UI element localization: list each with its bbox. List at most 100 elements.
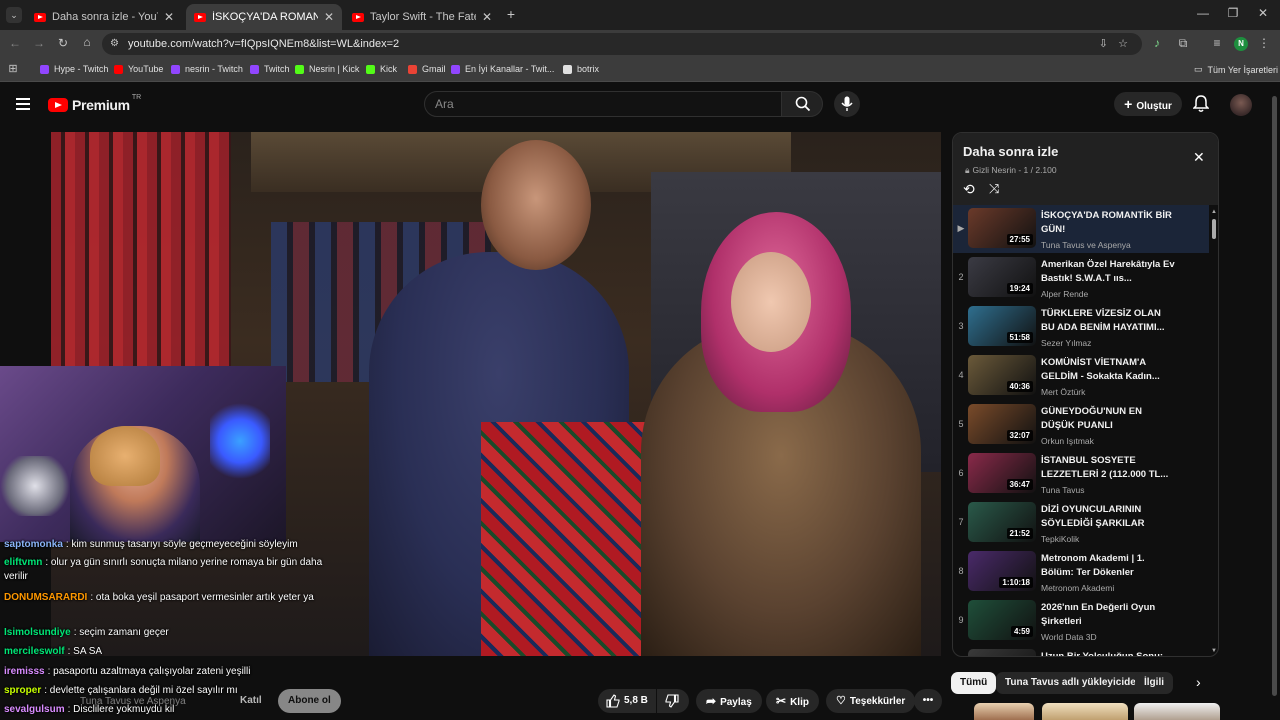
clip-button[interactable]: ✂ Klip [766, 689, 819, 713]
bookmark-item[interactable]: YouTube [114, 64, 163, 74]
recommendation-thumb[interactable] [1042, 703, 1128, 720]
recommendation-thumb[interactable] [974, 703, 1034, 720]
new-tab-button[interactable]: + [503, 6, 519, 22]
playlist-item-thumbnail[interactable]: 19:24 [968, 257, 1036, 297]
playlist-item-thumbnail[interactable]: 27:55 [968, 208, 1036, 248]
guide-menu-icon[interactable] [16, 98, 30, 110]
playlist-item-channel[interactable]: Alper Rende [1041, 289, 1088, 299]
bookmark-item[interactable]: Nesrin | Kick [295, 64, 359, 74]
chat-username[interactable]: iremisss [4, 666, 45, 677]
close-tab-icon[interactable]: ✕ [482, 10, 492, 24]
channel-overlay-name[interactable]: Tuna Tavus ve Aspenya [80, 696, 186, 707]
playlist-item-title[interactable]: TÜRKLERE VİZESİZ OLAN BU ADA BENİM HAYAT… [1041, 307, 1175, 335]
shuffle-icon[interactable]: ⤨ [989, 181, 999, 197]
playlist-item-channel[interactable]: Tuna Tavus ve Aspenya [1041, 240, 1131, 250]
like-button[interactable]: 5,8 B [598, 689, 656, 713]
chat-username[interactable]: sproper [4, 685, 41, 696]
playlist-item-title[interactable]: İSKOÇYA'DA ROMANTİK BİR GÜN! [1041, 209, 1175, 237]
chat-username[interactable]: saptomonka [4, 539, 63, 550]
chat-username[interactable]: eliftvmn [4, 557, 42, 568]
chat-username[interactable]: Isimolsundiye [4, 627, 71, 638]
extensions-icon[interactable]: ⧉ [1176, 36, 1190, 51]
playlist-item[interactable]: ▶ 27:55 İSKOÇYA'DA ROMANTİK BİR GÜN! Tuna T… [953, 205, 1209, 253]
playlist-item[interactable]: 10Uzun Bir Yolculuğun Sonu: [953, 646, 1209, 656]
profile-avatar[interactable]: N [1234, 37, 1248, 51]
playlist-item-title[interactable]: GÜNEYDOĞU'NUN EN DÜŞÜK PUANLI RESTORANTL… [1041, 405, 1175, 433]
home-icon[interactable]: ⌂ [80, 35, 94, 49]
scrollbar-thumb[interactable] [1212, 219, 1216, 239]
tab-watch-later[interactable]: Daha sonra izle - YouTube ✕ [26, 4, 182, 30]
tab-current-video[interactable]: İSKOÇYA'DA ROMANTİK BİR GÜN ✕ [186, 4, 342, 30]
playlist-item-thumbnail[interactable]: 1:10:18 [968, 551, 1036, 591]
forward-icon[interactable]: → [32, 36, 46, 50]
chips-next-icon[interactable]: › [1196, 674, 1201, 690]
reading-list-icon[interactable]: ≡ [1210, 36, 1224, 50]
playlist-item[interactable]: 7 21:52 DİZİ OYUNCULARININ SÖYLEDİĞİ ŞARKI… [953, 499, 1209, 547]
playlist-item-title[interactable]: İSTANBUL SOSYETE LEZZETLERİ 2 (112.000 T… [1041, 454, 1175, 482]
search-input[interactable]: Ara [424, 91, 782, 117]
reload-icon[interactable]: ↻ [56, 36, 70, 50]
playlist-item-title[interactable]: Uzun Bir Yolculuğun Sonu: [1041, 650, 1175, 656]
playlist-scrollbar[interactable]: ▲ ▼ [1211, 209, 1217, 654]
playlist-item-channel[interactable]: Sezer Yılmaz [1041, 338, 1091, 348]
back-icon[interactable]: ← [8, 36, 22, 50]
playlist-item-channel[interactable]: Tuna Tavus [1041, 485, 1084, 495]
thanks-button[interactable]: ♡ Teşekkürler [826, 689, 916, 713]
bookmark-item[interactable]: Twitch [250, 64, 290, 74]
playlist-title[interactable]: Daha sonra izle [963, 144, 1058, 159]
close-window-icon[interactable]: ✕ [1256, 6, 1270, 20]
playlist-item-thumbnail[interactable]: 40:36 [968, 355, 1036, 395]
chip-related[interactable]: İlgili [1135, 672, 1173, 694]
loop-icon[interactable]: ⟲ [963, 181, 975, 198]
close-tab-icon[interactable]: ✕ [164, 10, 174, 24]
bookmark-item[interactable]: nesrin - Twitch [171, 64, 243, 74]
maximize-icon[interactable]: ❐ [1226, 6, 1240, 20]
playlist-item[interactable]: 8 1:10:18 Metronom Akademi | 1. Bölüm: Ter… [953, 548, 1209, 596]
playlist-item[interactable]: 2 19:24 Amerikan Özel Harekâtıyla Ev Bastı… [953, 254, 1209, 302]
playlist-item-thumbnail[interactable] [968, 649, 1036, 656]
notifications-bell-icon[interactable] [1193, 95, 1209, 113]
chat-username[interactable]: DONUMSARARDI [4, 592, 87, 603]
minimize-icon[interactable]: — [1196, 6, 1210, 20]
bookmark-item[interactable]: Gmail [408, 64, 446, 74]
bookmark-item[interactable]: Hype - Twitch [40, 64, 108, 74]
bookmark-item[interactable]: botrix [563, 64, 599, 74]
site-info-icon[interactable]: ⚙ [110, 33, 119, 55]
apps-grid-icon[interactable]: ⊞ [7, 62, 19, 75]
playlist-item-title[interactable]: KOMÜNİST VİETNAM'A GELDİM - Sokakta Kadı… [1041, 356, 1175, 384]
playlist-item-thumbnail[interactable]: 4:59 [968, 600, 1036, 640]
playlist-item[interactable]: 4 40:36 KOMÜNİST VİETNAM'A GELDİM - Sokakt… [953, 352, 1209, 400]
bookmark-item[interactable]: Kick [366, 64, 397, 74]
playlist-item-thumbnail[interactable]: 51:58 [968, 306, 1036, 346]
recommendation-thumb[interactable] [1134, 703, 1220, 720]
search-button[interactable] [781, 91, 823, 117]
playlist-item-channel[interactable]: TepkiKolik [1041, 534, 1079, 544]
browser-menu-icon[interactable]: ⋮ [1258, 36, 1270, 50]
tab-taylor-swift[interactable]: Taylor Swift - The Fate of Ophe ✕ [344, 4, 500, 30]
all-bookmarks-folder[interactable]: ▭ Tüm Yer İşaretleri [1194, 64, 1278, 75]
join-button[interactable]: Katıl [230, 689, 272, 713]
chip-from-uploader[interactable]: Tuna Tavus adlı yükleyiciden [996, 672, 1151, 694]
chip-all[interactable]: Tümü [951, 672, 997, 694]
playlist-item[interactable]: 9 4:59 2026'nın En Değerli Oyun Şirketleri… [953, 597, 1209, 645]
playlist-item[interactable]: 6 36:47 İSTANBUL SOSYETE LEZZETLERİ 2 (112… [953, 450, 1209, 498]
dislike-button[interactable] [657, 689, 689, 713]
share-button[interactable]: ➦ Paylaş [696, 689, 762, 713]
more-actions-button[interactable]: ••• [914, 689, 942, 713]
media-icon[interactable]: ♪ [1150, 36, 1164, 50]
bookmark-star-icon[interactable]: ☆ [1118, 33, 1128, 55]
playlist-item[interactable]: 5 32:07 GÜNEYDOĞU'NUN EN DÜŞÜK PUANLI REST… [953, 401, 1209, 449]
install-app-icon[interactable]: ⇩ [1099, 33, 1108, 55]
bookmark-item[interactable]: En İyi Kanallar - Twit... [451, 64, 554, 74]
playlist-item-channel[interactable]: Orkun Işıtmak [1041, 436, 1094, 446]
page-scrollbar-thumb[interactable] [1272, 96, 1277, 696]
tab-search-chevron-icon[interactable]: ⌄ [6, 7, 22, 23]
playlist-item-title[interactable]: DİZİ OYUNCULARININ SÖYLEDİĞİ ŞARKILAR [1041, 503, 1175, 531]
playlist-item-title[interactable]: Amerikan Özel Harekâtıyla Ev Bastık! S.W… [1041, 258, 1175, 286]
playlist-item-channel[interactable]: Metronom Akademi [1041, 583, 1114, 593]
close-playlist-icon[interactable]: ✕ [1193, 149, 1205, 166]
chat-username[interactable]: sevalgulsum [4, 704, 65, 715]
subscribe-button[interactable]: Abone ol [278, 689, 341, 713]
create-button[interactable]: + Oluştur [1114, 92, 1182, 116]
playlist-item-thumbnail[interactable]: 36:47 [968, 453, 1036, 493]
